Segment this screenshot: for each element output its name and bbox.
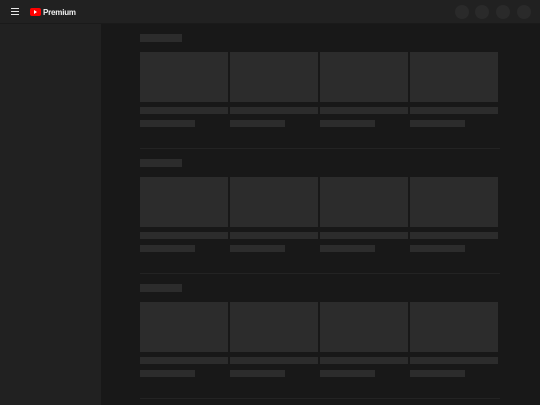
meta-placeholder — [320, 245, 375, 252]
notifications-icon-placeholder[interactable] — [496, 5, 510, 19]
menu-icon-bar — [11, 8, 19, 9]
title-placeholder — [230, 357, 318, 364]
shelf-title-placeholder — [140, 284, 182, 292]
video-card-skeleton[interactable] — [410, 302, 498, 377]
search-icon-placeholder[interactable] — [455, 5, 469, 19]
top-bar: Premium — [0, 0, 540, 24]
title-placeholder — [410, 357, 498, 364]
thumbnail-placeholder — [140, 52, 228, 102]
title-placeholder — [140, 357, 228, 364]
meta-placeholder — [140, 120, 195, 127]
title-placeholder — [230, 232, 318, 239]
title-placeholder — [320, 357, 408, 364]
thumbnail-placeholder — [320, 302, 408, 352]
meta-placeholder — [410, 120, 465, 127]
meta-placeholder — [410, 245, 465, 252]
video-card-skeleton[interactable] — [140, 302, 228, 377]
meta-placeholder — [140, 370, 195, 377]
video-card-skeleton[interactable] — [410, 52, 498, 127]
menu-icon-bar — [11, 11, 19, 12]
account-avatar-placeholder[interactable] — [517, 5, 531, 19]
video-card-skeleton[interactable] — [230, 52, 318, 127]
shelf-title-placeholder — [140, 159, 182, 167]
shelf-divider — [140, 148, 500, 149]
thumbnail-placeholder — [140, 302, 228, 352]
meta-placeholder — [230, 370, 285, 377]
meta-placeholder — [230, 120, 285, 127]
title-placeholder — [410, 107, 498, 114]
sidebar — [0, 24, 101, 405]
thumbnail-placeholder — [140, 177, 228, 227]
title-placeholder — [410, 232, 498, 239]
thumbnail-placeholder — [410, 302, 498, 352]
thumbnail-placeholder — [410, 52, 498, 102]
cast-icon-placeholder[interactable] — [475, 5, 489, 19]
main-content — [101, 24, 540, 405]
video-card-skeleton[interactable] — [320, 302, 408, 377]
youtube-play-icon — [30, 8, 41, 16]
thumbnail-placeholder — [320, 177, 408, 227]
video-card-skeleton[interactable] — [230, 302, 318, 377]
video-card-skeleton[interactable] — [230, 177, 318, 252]
shelf-title-placeholder — [140, 34, 182, 42]
title-placeholder — [320, 232, 408, 239]
shelf-divider — [140, 398, 500, 399]
video-card-skeleton[interactable] — [140, 177, 228, 252]
title-placeholder — [320, 107, 408, 114]
title-placeholder — [140, 232, 228, 239]
meta-placeholder — [230, 245, 285, 252]
thumbnail-placeholder — [410, 177, 498, 227]
video-card-skeleton[interactable] — [410, 177, 498, 252]
shelf-divider — [140, 273, 500, 274]
thumbnail-placeholder — [230, 177, 318, 227]
meta-placeholder — [410, 370, 465, 377]
title-placeholder — [140, 107, 228, 114]
thumbnail-placeholder — [230, 52, 318, 102]
thumbnail-placeholder — [320, 52, 408, 102]
meta-placeholder — [320, 370, 375, 377]
youtube-premium-logo[interactable]: Premium — [30, 6, 76, 18]
logo-text: Premium — [43, 7, 76, 17]
video-card-skeleton[interactable] — [140, 52, 228, 127]
menu-button[interactable] — [8, 5, 22, 19]
meta-placeholder — [320, 120, 375, 127]
video-card-skeleton[interactable] — [320, 177, 408, 252]
video-card-skeleton[interactable] — [320, 52, 408, 127]
title-placeholder — [230, 107, 318, 114]
menu-icon-bar — [11, 14, 19, 15]
meta-placeholder — [140, 245, 195, 252]
thumbnail-placeholder — [230, 302, 318, 352]
